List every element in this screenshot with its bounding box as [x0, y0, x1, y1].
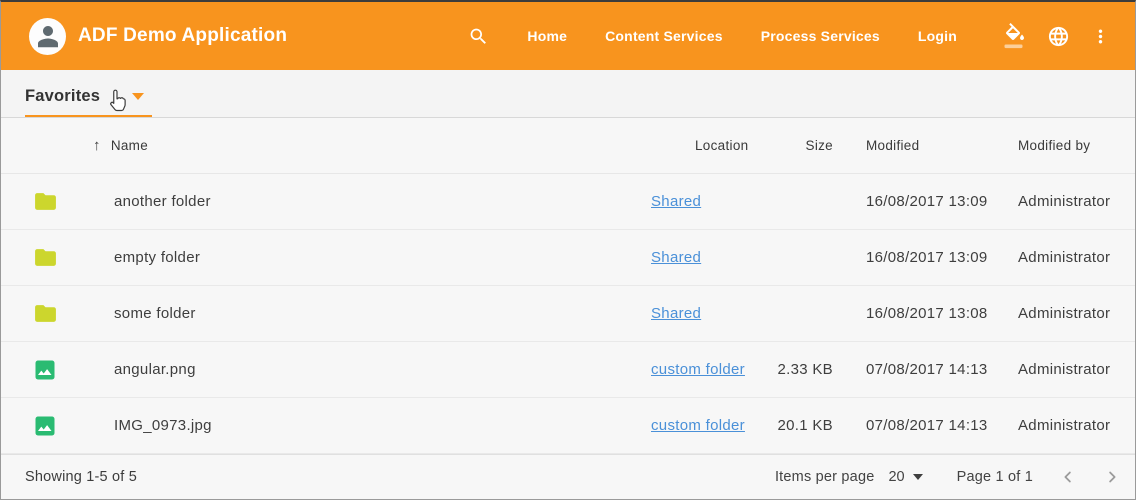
cell-modified-by: Administrator [1018, 417, 1111, 434]
cell-modified-by: Administrator [1018, 305, 1111, 322]
image-file-icon [33, 358, 114, 382]
app-header: ADF Demo Application Home Content Servic… [1, 2, 1135, 70]
theme-color-fill-icon[interactable] [1003, 23, 1027, 49]
previous-page-button[interactable] [1059, 468, 1077, 486]
view-tab-bar: Favorites [1, 70, 1135, 118]
location-link[interactable]: custom folder [651, 361, 745, 378]
page-status: Page 1 of 1 [957, 469, 1033, 485]
pager-controls: Items per page 20 Page 1 of 1 [775, 468, 1121, 486]
location-link[interactable]: Shared [651, 249, 701, 266]
header-icon-group [1003, 23, 1111, 49]
items-per-page-select[interactable]: 20 [888, 469, 922, 485]
more-vert-icon[interactable] [1090, 26, 1111, 47]
nav-login[interactable]: Login [918, 28, 957, 44]
cell-modified: 07/08/2017 14:13 [833, 417, 1018, 434]
table-header-row: ↑ Name Location Size Modified Modified b… [1, 118, 1135, 174]
column-header-name[interactable]: ↑ Name [93, 137, 651, 154]
cell-size: 20.1 KB [766, 417, 833, 434]
cell-name[interactable]: another folder [114, 193, 651, 210]
cell-name[interactable]: empty folder [114, 249, 651, 266]
folder-icon [33, 245, 114, 270]
chevron-right-icon [1103, 468, 1121, 486]
cell-modified-by: Administrator [1018, 193, 1111, 210]
column-header-size[interactable]: Size [766, 138, 833, 153]
location-link[interactable]: custom folder [651, 417, 745, 434]
table-row[interactable]: angular.png custom folder 2.33 KB 07/08/… [1, 342, 1135, 398]
cell-modified: 16/08/2017 13:08 [833, 305, 1018, 322]
location-link[interactable]: Shared [651, 193, 701, 210]
location-link[interactable]: Shared [651, 305, 701, 322]
cell-name[interactable]: some folder [114, 305, 651, 322]
language-globe-icon[interactable] [1047, 25, 1070, 48]
chevron-left-icon [1059, 468, 1077, 486]
nav-process-services[interactable]: Process Services [761, 28, 880, 44]
app-title: ADF Demo Application [78, 25, 287, 47]
chevron-down-icon [132, 93, 144, 100]
folder-icon [33, 301, 114, 326]
header-nav: Home Content Services Process Services L… [468, 23, 1111, 49]
nav-content-services[interactable]: Content Services [605, 28, 723, 44]
chevron-down-icon [913, 474, 923, 480]
folder-icon [33, 189, 114, 214]
table-row[interactable]: empty folder Shared 16/08/2017 13:09 Adm… [1, 230, 1135, 286]
cell-name[interactable]: angular.png [114, 361, 651, 378]
avatar [29, 18, 66, 55]
cell-modified: 16/08/2017 13:09 [833, 249, 1018, 266]
table-row[interactable]: IMG_0973.jpg custom folder 20.1 KB 07/08… [1, 398, 1135, 454]
sort-ascending-icon: ↑ [93, 137, 101, 154]
items-per-page-label: Items per page [775, 469, 875, 485]
tab-favorites[interactable]: Favorites [25, 87, 152, 117]
cell-modified-by: Administrator [1018, 249, 1111, 266]
column-header-modified-by[interactable]: Modified by [1018, 138, 1111, 153]
cell-modified: 16/08/2017 13:09 [833, 193, 1018, 210]
next-page-button[interactable] [1103, 468, 1121, 486]
cell-modified: 07/08/2017 14:13 [833, 361, 1018, 378]
nav-home[interactable]: Home [527, 28, 567, 44]
pagination-bar: Showing 1-5 of 5 Items per page 20 Page … [1, 454, 1135, 498]
column-header-modified[interactable]: Modified [833, 138, 1018, 153]
cell-size: 2.33 KB [766, 361, 833, 378]
showing-status: Showing 1-5 of 5 [25, 469, 137, 485]
image-file-icon [33, 414, 114, 438]
search-icon[interactable] [468, 26, 489, 47]
person-icon [33, 21, 63, 51]
table-row[interactable]: some folder Shared 16/08/2017 13:08 Admi… [1, 286, 1135, 342]
tab-favorites-label: Favorites [25, 87, 100, 106]
cell-name[interactable]: IMG_0973.jpg [114, 417, 651, 434]
table-row[interactable]: another folder Shared 16/08/2017 13:09 A… [1, 174, 1135, 230]
app-window: ADF Demo Application Home Content Servic… [0, 0, 1136, 500]
column-header-location[interactable]: Location [651, 138, 766, 153]
items-per-page-value: 20 [888, 469, 904, 485]
cell-modified-by: Administrator [1018, 361, 1111, 378]
